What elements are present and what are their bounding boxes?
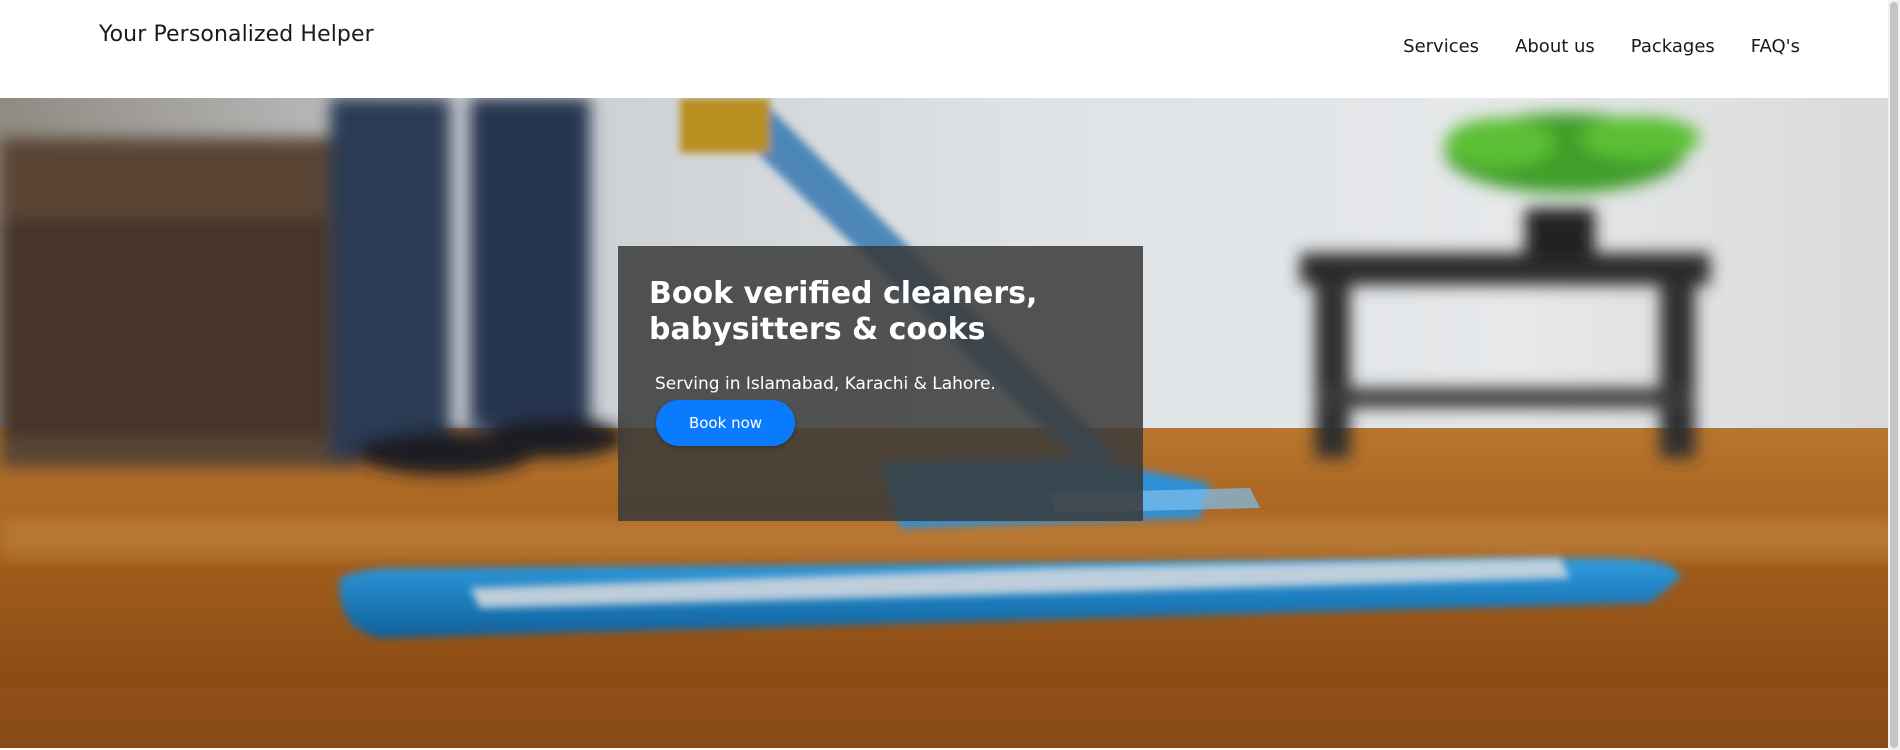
- hero-overlay-card: Book verified cleaners, babysitters & co…: [618, 246, 1143, 521]
- brand-logo-text[interactable]: Your Personalized Helper: [99, 22, 374, 47]
- vertical-scrollbar[interactable]: [1888, 0, 1900, 750]
- nav-link-packages[interactable]: Packages: [1631, 36, 1715, 57]
- scrollbar-thumb[interactable]: [1890, 2, 1898, 748]
- nav-link-services[interactable]: Services: [1403, 36, 1479, 57]
- site-header: Your Personalized Helper Services About …: [0, 0, 1900, 98]
- nav-link-faqs[interactable]: FAQ's: [1751, 36, 1800, 57]
- nav-link-about-us[interactable]: About us: [1515, 36, 1595, 57]
- book-now-button[interactable]: Book now: [656, 400, 795, 446]
- page: Your Personalized Helper Services About …: [0, 0, 1900, 750]
- hero-headline: Book verified cleaners, babysitters & co…: [649, 276, 1038, 347]
- hero-subtitle: Serving in Islamabad, Karachi & Lahore.: [655, 374, 996, 394]
- hero-section: Book verified cleaners, babysitters & co…: [0, 98, 1900, 748]
- main-nav: Services About us Packages FAQ's: [1367, 36, 1800, 57]
